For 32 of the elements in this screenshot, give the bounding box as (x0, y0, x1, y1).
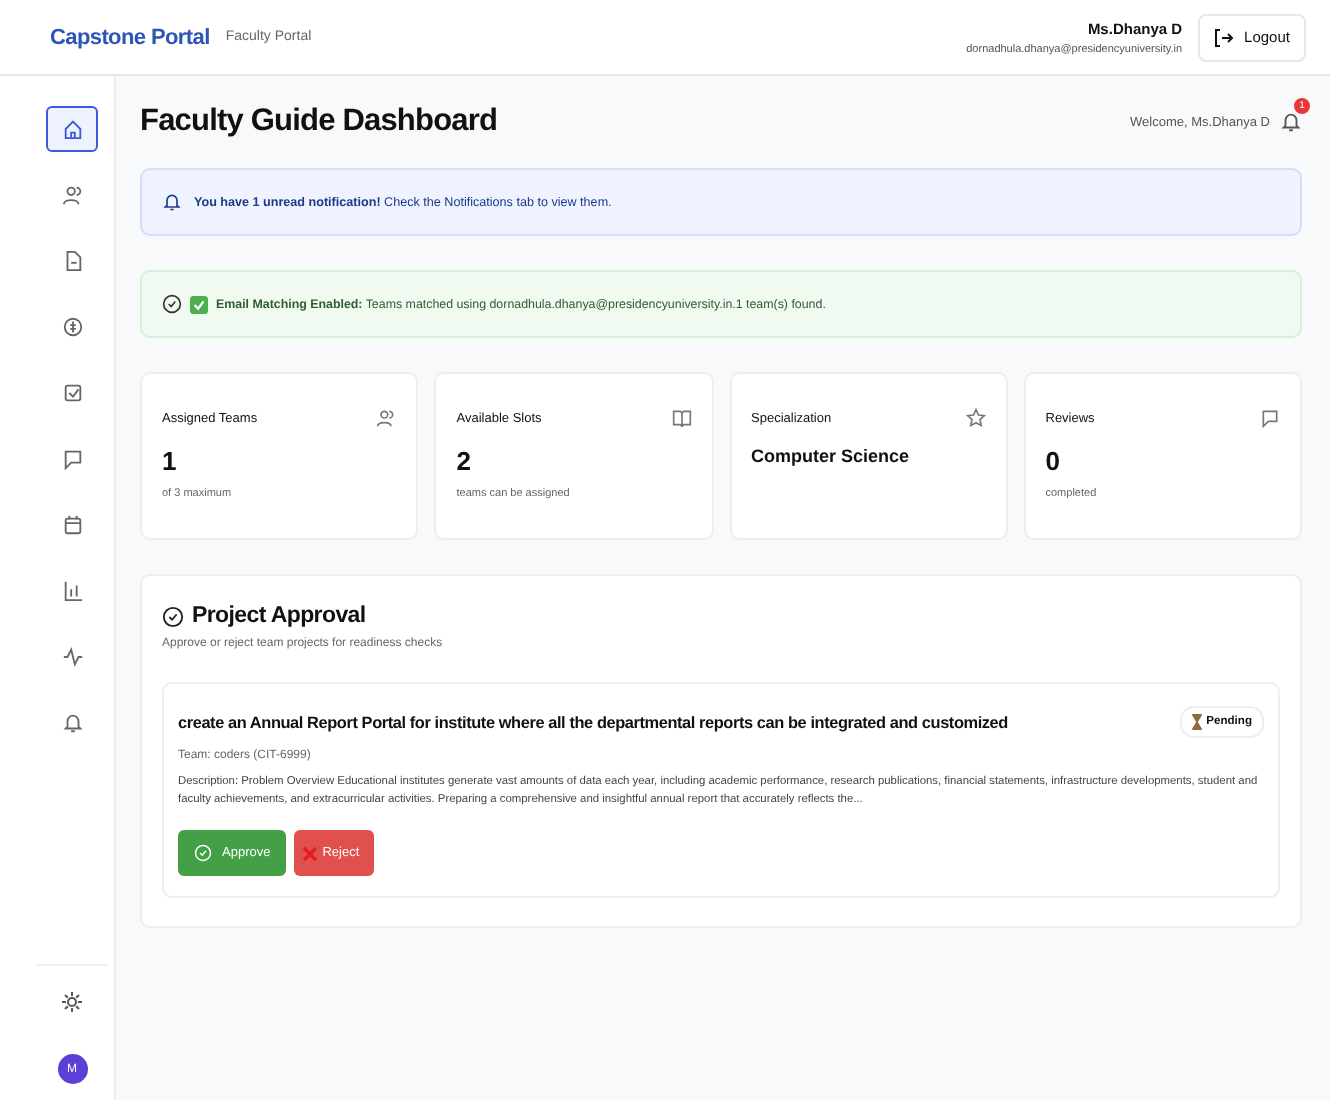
message-icon (61, 448, 83, 470)
cross-icon (302, 845, 319, 862)
stat-value: 2 (456, 446, 471, 476)
hourglass-icon (1192, 714, 1203, 730)
activity-icon (61, 646, 83, 668)
logout-icon (1214, 27, 1235, 47)
calendar-icon (61, 514, 83, 536)
checkbox-icon (190, 295, 208, 313)
home-icon (61, 118, 83, 140)
bell-icon (61, 712, 83, 734)
bell-icon (162, 192, 182, 212)
book-icon (671, 408, 691, 428)
check-circle-icon (162, 294, 182, 314)
message-icon (1260, 408, 1280, 428)
brand-title[interactable]: Capstone Portal (50, 25, 210, 49)
checkbox-icon (61, 382, 83, 404)
check-circle-icon (162, 605, 184, 627)
stat-value: 1 (162, 446, 177, 476)
project-title: create an Annual Report Portal for institute where all the departmental reports can be integrated and customized (178, 713, 1008, 731)
file-icon (61, 250, 83, 272)
section-title: Project Approval (192, 604, 366, 628)
star-icon (965, 408, 986, 428)
page-title: Faculty Guide Dashboard (140, 104, 498, 140)
bell-icon[interactable] (1280, 110, 1302, 134)
stat-value: Computer Science (751, 446, 910, 466)
chart-icon (61, 580, 83, 602)
stat-value: 0 (1045, 446, 1060, 476)
sidebar-item[interactable] (46, 106, 98, 152)
users-icon (61, 184, 83, 206)
users-icon (376, 408, 397, 428)
dollar-icon (61, 316, 83, 338)
check-circle-icon (194, 844, 212, 863)
